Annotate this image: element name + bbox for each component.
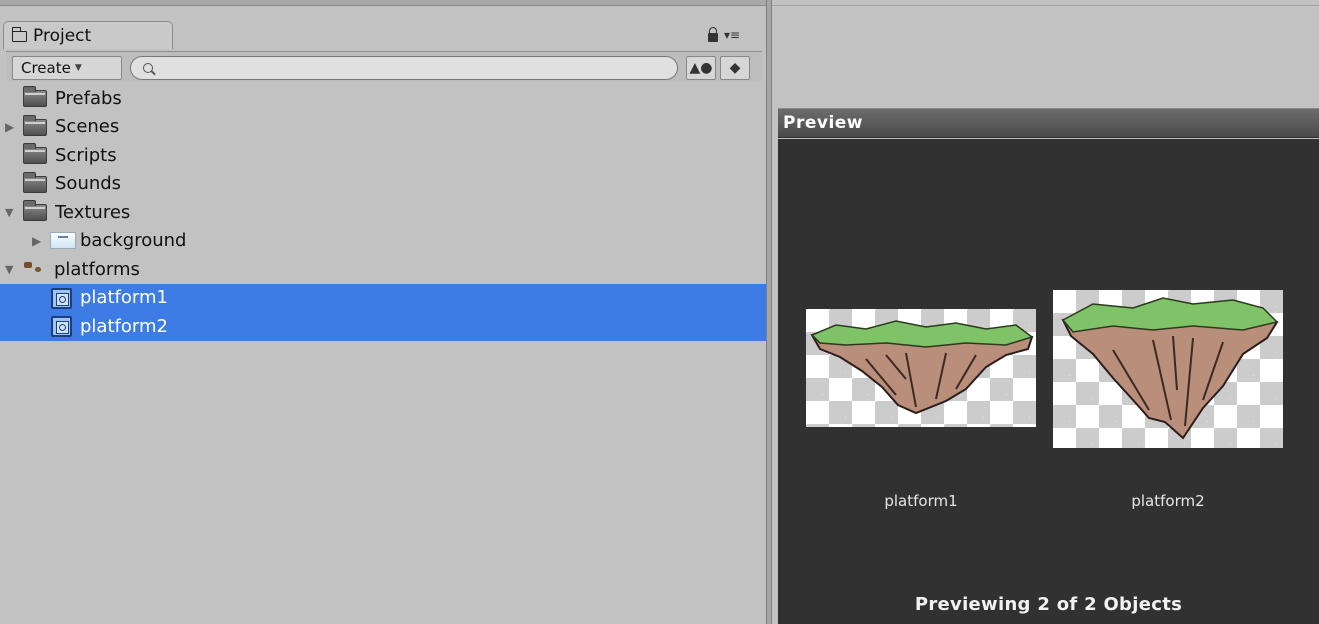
panel-top-border [0,0,766,6]
tag-icon: ◆ [729,60,741,76]
create-button[interactable]: Create ▼ [12,56,122,80]
expand-arrow-icon[interactable]: ▶ [5,120,14,134]
folder-icon [23,86,47,107]
tree-item-textures[interactable]: ▼ Textures [0,198,766,227]
search-icon [143,63,153,73]
tree-item-prefabs[interactable]: Prefabs [0,84,766,113]
project-toolbar: Create ▼ ▲● ◆ [6,51,762,81]
panel-top-border [772,0,1319,6]
inspector-panel: Preview platform1 platform2 Previewing 2… [772,0,1319,624]
tree-item-scripts[interactable]: Scripts [0,141,766,170]
tree-item-scenes[interactable]: ▶ Scenes [0,113,766,142]
create-button-label: Create [21,59,71,77]
sprite-icon [51,287,72,309]
tree-item-platforms[interactable]: ▼ platforms [0,255,766,284]
tab-project-label: Project [33,25,92,46]
texture-icon [50,231,76,249]
tree-item-label: Scenes [55,116,120,138]
tree-item-label: platform1 [80,287,168,309]
tab-tools: ▾≡ [708,27,740,42]
folder-icon [23,143,47,164]
tree-item-label: Sounds [55,173,122,195]
preview-thumbnail-platform1 [806,309,1036,427]
tree-item-sounds[interactable]: Sounds [0,170,766,199]
preview-area: platform1 platform2 Previewing 2 of 2 Ob… [778,139,1319,624]
folder-icon [11,27,27,42]
project-panel: Project ▾≡ Create ▼ ▲● ◆ Prefabs ▶ Scene… [0,0,766,624]
sprite-sheet-icon [24,262,46,276]
tree-item-label: platforms [54,258,140,280]
tree-item-label: Prefabs [55,87,122,109]
floating-island-image [1061,297,1279,440]
tree-item-background[interactable]: ▶ background [0,227,766,256]
preview-caption-platform2: platform2 [1131,492,1205,510]
tree-item-platform2[interactable]: platform2 [0,312,766,341]
preview-thumbnail-platform2 [1053,290,1283,448]
preview-title: Preview [783,113,864,133]
preview-status: Previewing 2 of 2 Objects [914,594,1183,615]
folder-open-icon [23,200,47,221]
folder-icon [23,171,47,193]
preview-caption-platform1: platform1 [884,492,958,510]
tree-item-label: Scripts [55,144,117,166]
lock-icon[interactable] [708,27,718,42]
expand-arrow-icon[interactable]: ▶ [32,234,41,248]
tab-project[interactable]: Project [3,21,173,49]
folder-icon [23,114,47,136]
tree-item-label: Textures [55,201,131,223]
panel-menu-icon[interactable]: ▾≡ [724,29,740,41]
project-tree: Prefabs ▶ Scenes Scripts Sounds ▼ Textur… [0,84,766,341]
chevron-down-icon: ▼ [74,63,82,73]
tree-item-label: platform2 [80,315,168,337]
filter-by-type-button[interactable]: ▲● [686,56,716,80]
tree-item-platform1[interactable]: platform1 [0,283,766,312]
floating-island-image [810,320,1034,415]
search-input[interactable] [130,56,678,80]
tree-item-label: background [80,230,187,252]
filter-by-label-button[interactable]: ◆ [720,56,750,80]
collapse-arrow-icon[interactable]: ▼ [5,263,13,276]
preview-header[interactable]: Preview [778,108,1319,138]
collapse-arrow-icon[interactable]: ▼ [5,206,13,219]
shapes-icon: ▲● [689,60,713,76]
sprite-icon [51,316,72,337]
